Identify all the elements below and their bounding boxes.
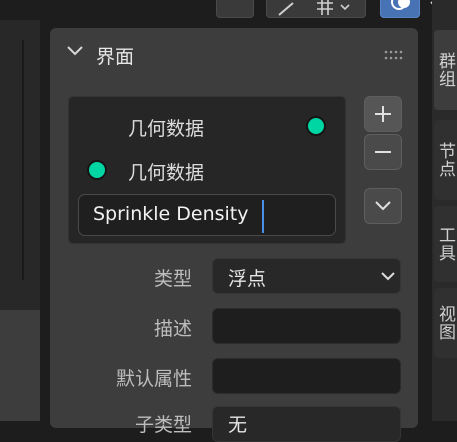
tab-view[interactable]: 视图 [434, 288, 457, 358]
header-toggle-button[interactable] [216, 0, 254, 18]
tab-view-label: 视图 [435, 305, 455, 341]
tab-group[interactable]: 群组 [434, 30, 457, 110]
socket-name-value[interactable]: Sprinkle Density [93, 203, 249, 225]
output-socket-dot [306, 116, 326, 136]
input-socket-dot [87, 160, 107, 180]
plus-icon [375, 106, 391, 122]
overlay-toggle-button[interactable] [380, 0, 420, 18]
subtype-label: 子类型 [134, 414, 192, 436]
chevron-down-icon [375, 201, 391, 211]
tab-node-label: 节点 [435, 142, 455, 178]
description-label: 描述 [153, 318, 192, 340]
subtype-value[interactable]: 无 [228, 410, 247, 437]
chevron-down-icon[interactable] [380, 270, 396, 282]
editor-divider [22, 40, 24, 280]
socket-menu-button[interactable] [364, 188, 402, 224]
input-socket-label[interactable]: 几何数据 [128, 158, 204, 185]
output-socket-label[interactable]: 几何数据 [128, 114, 204, 141]
header-snap-button[interactable] [266, 0, 366, 18]
remove-socket-button[interactable] [364, 134, 402, 170]
chevron-down-icon[interactable] [66, 44, 84, 58]
grid-dropdown-icon [317, 0, 350, 15]
type-value[interactable]: 浮点 [228, 264, 266, 291]
text-caret [262, 200, 264, 233]
panel-title[interactable]: 界面 [96, 42, 134, 69]
tab-node[interactable]: 节点 [434, 120, 457, 200]
tab-tool-label: 工具 [435, 226, 455, 262]
default-attribute-input[interactable] [212, 358, 401, 394]
default-attribute-label: 默认属性 [115, 368, 192, 390]
tab-tool[interactable]: 工具 [434, 206, 457, 282]
minus-icon [375, 151, 391, 153]
overlay-icon [391, 0, 410, 10]
tab-group-label: 群组 [435, 52, 455, 88]
description-input[interactable] [212, 308, 401, 344]
add-socket-button[interactable] [364, 96, 402, 132]
type-label: 类型 [153, 268, 192, 290]
ruler-icon [278, 2, 294, 16]
grip-icon[interactable] [384, 49, 406, 61]
